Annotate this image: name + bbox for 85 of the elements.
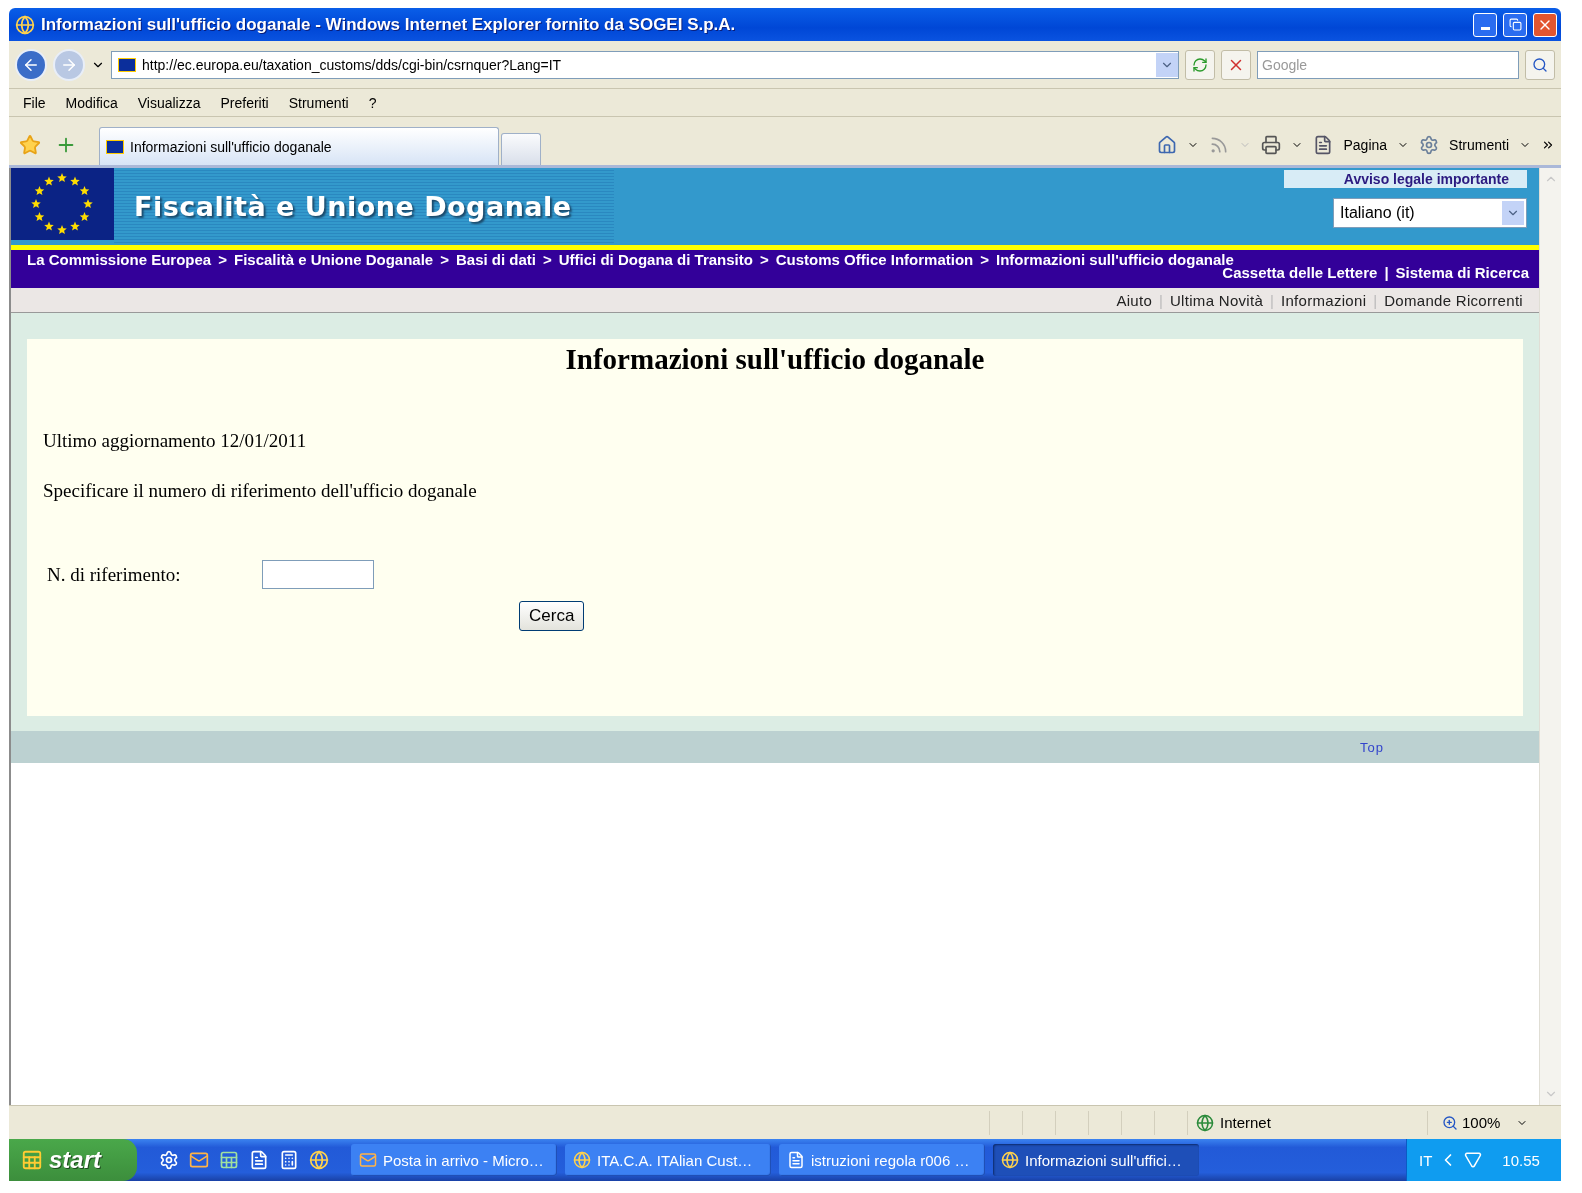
- settings-icon: [1419, 135, 1440, 155]
- field-label: N. di riferimento:: [47, 563, 182, 586]
- zoom-control[interactable]: 100%: [1427, 1110, 1553, 1135]
- breadcrumb-separator: >: [979, 251, 990, 268]
- browser-tab[interactable]: Informazioni sull'ufficio doganale: [99, 127, 499, 165]
- menu-item[interactable]: Preferiti: [210, 94, 279, 111]
- nav-link[interactable]: Ultima Novità: [1170, 291, 1264, 309]
- breadcrumb-separator: >: [217, 251, 228, 268]
- link-separator: |: [1372, 291, 1379, 309]
- calculator-icon[interactable]: [279, 1150, 299, 1170]
- home-icon[interactable]: [1157, 135, 1178, 155]
- flag-icon: [106, 139, 124, 154]
- flag-icon: [118, 57, 136, 72]
- breadcrumb-link[interactable]: Basi di dati: [455, 251, 536, 268]
- globe-icon: [1196, 1113, 1214, 1132]
- breadcrumb-link[interactable]: La Commissione Europea: [27, 251, 212, 268]
- taskbar-button[interactable]: istruzioni regola r006 …: [779, 1144, 985, 1176]
- more-icon[interactable]: [1541, 138, 1555, 152]
- dropdown-button[interactable]: [1156, 52, 1178, 77]
- start-button[interactable]: start: [9, 1139, 137, 1181]
- breadcrumb-link[interactable]: Customs Office Information: [775, 251, 974, 268]
- search-icon: [1532, 56, 1548, 73]
- zoom-icon: [1442, 1114, 1458, 1131]
- tray-app-icon[interactable]: [1464, 1151, 1483, 1169]
- mail-icon[interactable]: [189, 1150, 209, 1170]
- menu-item[interactable]: ?: [358, 94, 387, 111]
- close-button[interactable]: [1533, 12, 1557, 37]
- favorites-star-icon[interactable]: [19, 134, 41, 156]
- zone-label: Internet: [1220, 1114, 1271, 1131]
- top-link[interactable]: Top: [1360, 739, 1384, 755]
- breadcrumb-link[interactable]: Fiscalità e Unione Doganale: [234, 251, 434, 268]
- taskbar-button[interactable]: Posta in arrivo - Micro…: [351, 1144, 557, 1176]
- restore-icon: [1508, 18, 1522, 31]
- tools-menu[interactable]: Strumenti: [1449, 137, 1509, 153]
- site-title: Fiscalità e Unione Doganale: [134, 191, 572, 222]
- minimize-button[interactable]: [1473, 12, 1497, 37]
- restore-button[interactable]: [1503, 12, 1527, 37]
- nav-link[interactable]: Domande Ricorrenti: [1384, 291, 1523, 309]
- refresh-button[interactable]: [1185, 49, 1215, 80]
- update-date: Ultimo aggiornamento 12/01/2011: [43, 430, 308, 452]
- nav-link[interactable]: Aiuto: [1116, 291, 1153, 309]
- stop-button[interactable]: [1221, 49, 1251, 80]
- minimize-icon: [1480, 27, 1490, 30]
- mail-icon: [359, 1151, 377, 1169]
- globe-icon[interactable]: [309, 1150, 329, 1170]
- link-separator: |: [1269, 291, 1275, 309]
- search-button[interactable]: Cerca: [519, 601, 585, 631]
- page-icon: [1313, 135, 1334, 155]
- reference-input[interactable]: [262, 560, 374, 589]
- link-separator: |: [1158, 291, 1164, 309]
- search-button[interactable]: [1525, 49, 1555, 80]
- menu-item[interactable]: Visualizza: [127, 94, 211, 111]
- taskbar-button[interactable]: ITA.C.A. ITAlian Cust…: [565, 1144, 771, 1176]
- menu-item[interactable]: Modifica: [55, 94, 128, 111]
- globe-icon: [573, 1151, 591, 1169]
- menu-item[interactable]: File: [13, 94, 56, 111]
- browser-icon: [15, 14, 35, 35]
- spreadsheet-icon[interactable]: [219, 1150, 239, 1170]
- new-tab-button[interactable]: [501, 133, 541, 165]
- menu-item[interactable]: Strumenti: [278, 94, 359, 111]
- header-link[interactable]: Sistema di Ricerca: [1395, 263, 1529, 281]
- nav-link[interactable]: Informazioni: [1281, 291, 1367, 309]
- page-heading: Informazioni sull'ufficio doganale: [564, 342, 986, 376]
- back-button[interactable]: [15, 48, 47, 81]
- page-menu[interactable]: Pagina: [1343, 137, 1388, 153]
- breadcrumb-separator: >: [758, 251, 770, 268]
- address-field[interactable]: http://ec.europa.eu/taxation_customs/dds/cgi-bin/csrnquer?Lang=IT: [111, 50, 1179, 79]
- quick-launch-icon[interactable]: [159, 1150, 179, 1170]
- globe-icon: [1001, 1151, 1019, 1169]
- breadcrumb-separator: >: [439, 251, 450, 268]
- breadcrumb-separator: >: [542, 251, 553, 268]
- refresh-icon: [1192, 56, 1208, 73]
- instruction-text: Specificare il numero di riferimento dell'ufficio doganale: [43, 480, 478, 502]
- window-title: Informazioni sull'ufficio doganale - Windows Internet Explorer fornito da SOGEI S.p.A.: [41, 14, 737, 35]
- link-separator: |: [1383, 263, 1390, 281]
- taskbar-button[interactable]: Informazioni sull'uffici…: [993, 1144, 1199, 1176]
- breadcrumb-link[interactable]: Uffici di Dogana di Transito: [558, 251, 753, 268]
- print-icon[interactable]: [1261, 135, 1282, 155]
- clock: 10.55: [1502, 1151, 1540, 1169]
- document-icon: [787, 1151, 805, 1169]
- breadcrumb-link[interactable]: Informazioni sull'ufficio doganale: [996, 251, 1234, 268]
- document-icon[interactable]: [249, 1150, 269, 1170]
- search-field[interactable]: Google: [1257, 50, 1519, 79]
- language-select[interactable]: Italiano (it): [1333, 198, 1527, 228]
- legal-notice-link[interactable]: Avviso legale importante: [1283, 170, 1527, 188]
